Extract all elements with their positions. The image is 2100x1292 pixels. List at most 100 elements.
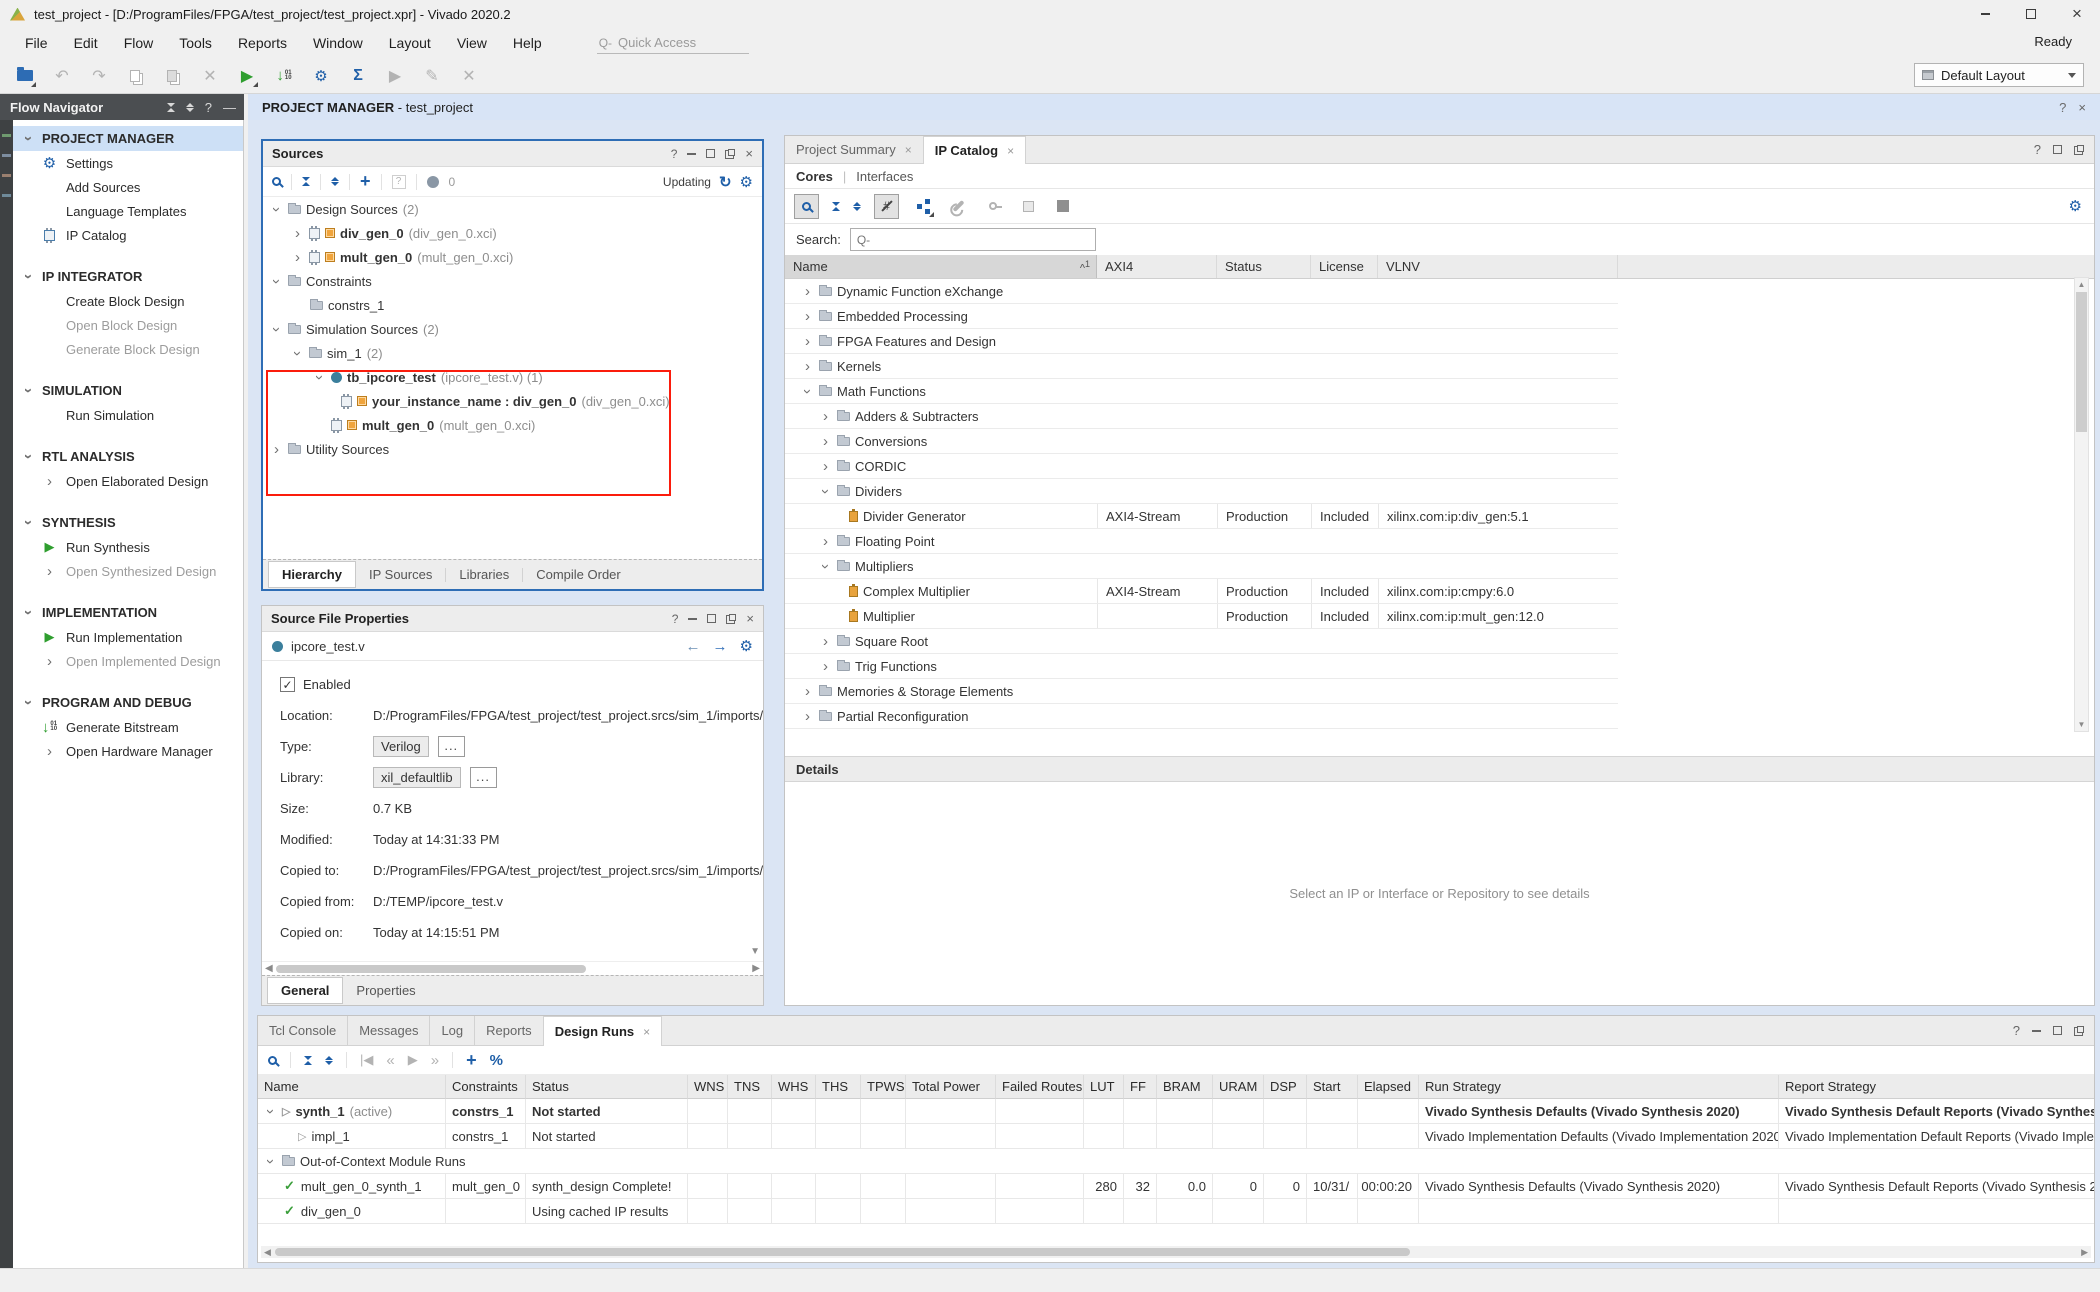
search-button[interactable] xyxy=(794,194,819,219)
expand-all-icon[interactable] xyxy=(325,1056,333,1065)
scroll-up-icon[interactable]: ▲ xyxy=(2075,280,2088,289)
scroll-left-icon[interactable]: ◀ xyxy=(264,1247,271,1258)
sidebar-section-ip-integrator[interactable]: › IP INTEGRATOR xyxy=(13,264,243,289)
float-panel-icon[interactable] xyxy=(725,149,735,159)
column-ff[interactable]: FF xyxy=(1124,1075,1157,1099)
ip-category-row[interactable]: ›Embedded Processing xyxy=(785,304,1618,329)
settings-button[interactable]: ⚙ xyxy=(310,65,332,87)
chevron-expanded-icon[interactable]: › xyxy=(264,1105,277,1118)
chevron-expanded-icon[interactable]: › xyxy=(22,696,35,709)
menu-window[interactable]: Window xyxy=(300,35,376,51)
sidebar-section-implementation[interactable]: › IMPLEMENTATION xyxy=(13,600,243,625)
ip-core-row-divider-generator[interactable]: Divider Generator AXI4-Stream Production… xyxy=(785,504,1618,529)
maximize-panel-icon[interactable] xyxy=(707,614,716,623)
sidebar-item-add-sources[interactable]: Add Sources xyxy=(13,175,243,199)
tree-item-mult-gen-0[interactable]: › mult_gen_0(mult_gen_0.xci) xyxy=(263,245,762,269)
close-icon[interactable]: × xyxy=(905,143,912,157)
group-by-button[interactable] xyxy=(912,195,934,217)
scroll-down-icon[interactable]: ▼ xyxy=(750,946,760,957)
chevron-collapsed-icon[interactable]: › xyxy=(291,227,304,240)
delete-button[interactable]: ✕ xyxy=(199,65,221,87)
tree-item-utility-sources[interactable]: › Utility Sources xyxy=(263,437,762,461)
close-icon[interactable]: × xyxy=(1007,144,1014,158)
collapse-all-icon[interactable] xyxy=(167,103,175,112)
menu-layout[interactable]: Layout xyxy=(376,35,444,51)
expand-all-icon[interactable] xyxy=(331,177,339,186)
sidebar-item-open-hardware-manager[interactable]: ›Open Hardware Manager xyxy=(13,739,243,763)
menu-view[interactable]: View xyxy=(444,35,500,51)
ip-category-row[interactable]: ›Square Root xyxy=(785,629,1618,654)
column-wns[interactable]: WNS xyxy=(688,1075,728,1099)
ip-category-row[interactable]: ›Math Functions xyxy=(785,379,1618,404)
stop-run-button[interactable]: ▶ xyxy=(384,65,406,87)
tab-project-summary[interactable]: Project Summary× xyxy=(785,136,924,163)
gear-icon[interactable]: ⚙ xyxy=(740,173,753,191)
menu-tools[interactable]: Tools xyxy=(166,35,225,51)
chevron-collapsed-icon[interactable]: › xyxy=(819,660,832,673)
help-icon[interactable]: ? xyxy=(2013,1023,2020,1038)
copy-button[interactable] xyxy=(125,65,147,87)
ip-category-row[interactable]: ›Partial Reconfiguration xyxy=(785,704,1618,729)
run-button[interactable]: ▶ xyxy=(236,65,258,87)
ip-category-row[interactable]: ›Memories & Storage Elements xyxy=(785,679,1618,704)
column-axi4[interactable]: AXI4 xyxy=(1097,255,1217,278)
sidebar-item-settings[interactable]: ⚙Settings xyxy=(13,151,243,175)
chevron-collapsed-icon[interactable]: › xyxy=(819,535,832,548)
percent-icon[interactable]: % xyxy=(490,1052,503,1069)
menu-edit[interactable]: Edit xyxy=(61,35,111,51)
scroll-down-icon[interactable]: ▼ xyxy=(2075,720,2088,729)
chevron-collapsed-icon[interactable]: › xyxy=(819,410,832,423)
chevron-expanded-icon[interactable]: › xyxy=(264,1155,277,1168)
tab-ip-sources[interactable]: IP Sources xyxy=(356,562,445,587)
tree-item-your-instance-name[interactable]: your_instance_name : div_gen_0(div_gen_0… xyxy=(263,389,762,413)
ip-category-row[interactable]: ›Multipliers xyxy=(785,554,1618,579)
column-failed-routes[interactable]: Failed Routes xyxy=(996,1075,1084,1099)
scroll-right-icon[interactable]: ▶ xyxy=(752,963,760,974)
ip-category-row[interactable]: ›Kernels xyxy=(785,354,1618,379)
horizontal-scrollbar[interactable]: ◀ ▶ xyxy=(261,1246,2091,1258)
help-icon[interactable]: ? xyxy=(2034,142,2041,157)
search-icon[interactable] xyxy=(268,1056,277,1065)
create-runs-icon[interactable]: + xyxy=(466,1050,477,1071)
tab-libraries[interactable]: Libraries xyxy=(446,562,522,587)
menu-flow[interactable]: Flow xyxy=(111,35,167,51)
ip-search-input[interactable] xyxy=(850,228,1096,251)
scrollbar-thumb[interactable] xyxy=(2076,292,2087,432)
ip-settings-button[interactable] xyxy=(1017,195,1039,217)
tab-log[interactable]: Log xyxy=(430,1016,475,1045)
ip-category-row[interactable]: ›Conversions xyxy=(785,429,1618,454)
add-sources-icon[interactable]: + xyxy=(360,171,371,192)
ip-category-row[interactable]: ›Dynamic Function eXchange xyxy=(785,279,1618,304)
column-bram[interactable]: BRAM xyxy=(1157,1075,1213,1099)
ip-category-row[interactable]: ›Floating Point xyxy=(785,529,1618,554)
library-field[interactable]: xil_defaultlib xyxy=(373,767,461,788)
menu-file[interactable]: File xyxy=(12,35,61,51)
column-name[interactable]: Name xyxy=(258,1075,446,1099)
chevron-expanded-icon[interactable]: › xyxy=(22,450,35,463)
back-arrow-icon[interactable]: ← xyxy=(686,638,701,655)
ip-category-row[interactable]: ›Adders & Subtracters xyxy=(785,404,1618,429)
enabled-checkbox[interactable]: ✓ xyxy=(280,677,295,692)
column-status[interactable]: Status xyxy=(526,1075,688,1099)
run-group-out-of-context[interactable]: › Out-of-Context Module Runs xyxy=(258,1149,2094,1174)
chevron-expanded-icon[interactable]: › xyxy=(819,485,832,498)
search-icon[interactable] xyxy=(272,177,281,186)
run-row-div-gen-0[interactable]: ✓ div_gen_0 xyxy=(258,1199,446,1224)
maximize-panel-icon[interactable] xyxy=(2053,1026,2062,1035)
minimize-panel-icon[interactable] xyxy=(687,153,696,155)
maximize-panel-icon[interactable] xyxy=(706,149,715,158)
tab-messages[interactable]: Messages xyxy=(348,1016,430,1045)
chevron-expanded-icon[interactable]: › xyxy=(22,384,35,397)
redo-button[interactable]: ↷ xyxy=(88,65,110,87)
close-icon[interactable]: × xyxy=(2078,100,2086,115)
column-total-power[interactable]: Total Power xyxy=(906,1075,996,1099)
chevron-expanded-icon[interactable]: › xyxy=(22,606,35,619)
forward-arrow-icon[interactable]: → xyxy=(713,638,728,655)
chevron-collapsed-icon[interactable]: › xyxy=(801,360,814,373)
report-summary-button[interactable]: Σ xyxy=(347,65,369,87)
properties-panel-header[interactable]: Source File Properties ? × xyxy=(262,606,763,632)
column-lut[interactable]: LUT xyxy=(1084,1075,1124,1099)
tab-reports[interactable]: Reports xyxy=(475,1016,544,1045)
sidebar-item-language-templates[interactable]: Language Templates xyxy=(13,199,243,223)
edit-button[interactable]: ✎ xyxy=(421,65,443,87)
